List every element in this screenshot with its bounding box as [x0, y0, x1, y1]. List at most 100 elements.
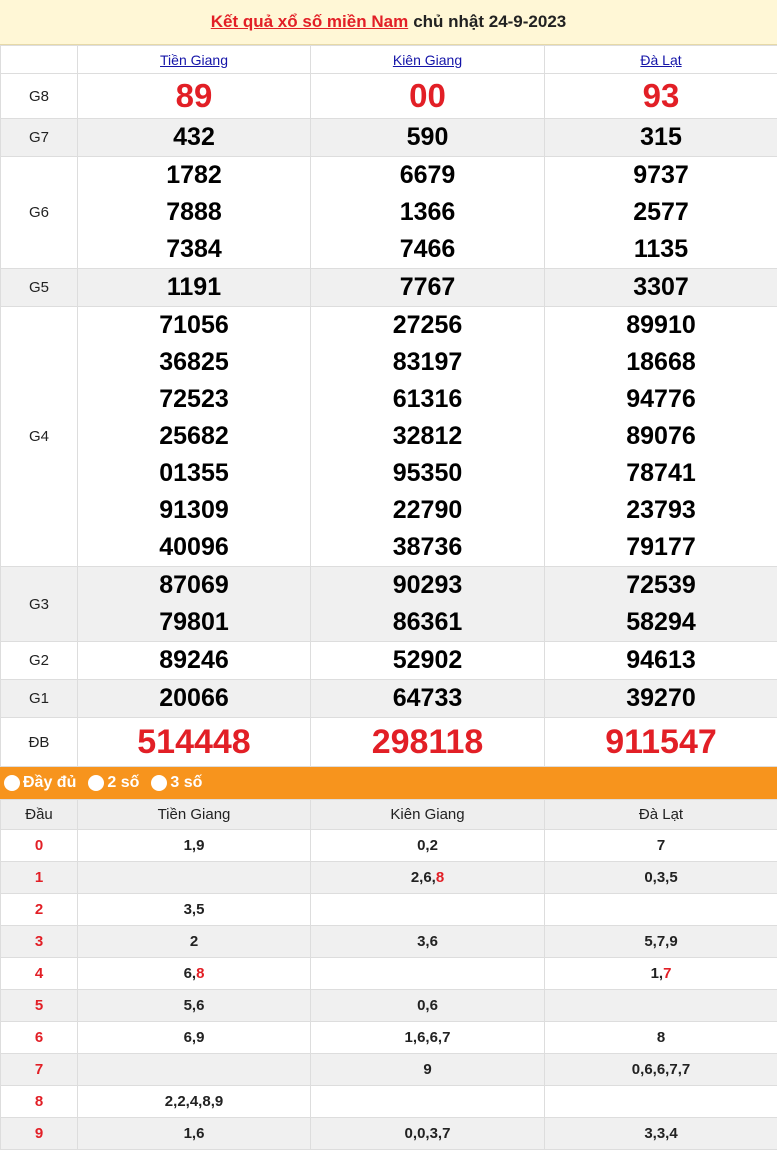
radio-icon[interactable] — [151, 775, 168, 791]
loto-row: 6 6,9 1,6,6,7 8 — [0, 1021, 777, 1054]
prize-cell: 590 — [310, 118, 545, 157]
loto-tail-digit: 1 — [183, 837, 192, 854]
prize-label-header — [0, 45, 78, 74]
radio-icon[interactable] — [88, 775, 105, 791]
prize-cell: 87069 79801 — [77, 566, 311, 642]
province-header: Đà Lạt — [544, 45, 777, 74]
prize-cell: 315 — [544, 118, 777, 157]
loto-tail-digit: 5 — [183, 997, 192, 1014]
loto-row: 8 2,2,4,8,9 — [0, 1085, 777, 1118]
prize-cell: 1782 7888 7384 — [77, 156, 311, 269]
prize-number: 25682 — [159, 422, 229, 450]
prize-cell: 20066 — [77, 679, 311, 718]
prize-label: G6 — [0, 156, 78, 269]
prize-cell: 89246 — [77, 641, 311, 680]
province-header: Tiền Giang — [77, 45, 311, 74]
title-link[interactable]: Kết quả xổ số miền Nam — [211, 12, 408, 32]
prize-cell: 39270 — [544, 679, 777, 718]
prize-cell: 71056 36825 72523 25682 01355 91309 40096 — [77, 306, 311, 567]
province-header-row: Tiền Giang Kiên Giang Đà Lạt — [0, 45, 777, 74]
prize-number: 83197 — [392, 348, 463, 376]
loto-cell: 0,0,3,7 — [310, 1117, 545, 1150]
loto-cell: 0,3,5 — [544, 861, 777, 894]
prize-row: G6 1782 7888 7384 6679 1366 7466 9737 2577 1135 — [0, 156, 777, 269]
prize-number: 61316 — [392, 385, 463, 413]
loto-tail-digit: 6 — [429, 933, 438, 950]
mode-2-digits[interactable]: 2 số — [88, 774, 139, 792]
loto-cell — [77, 1053, 311, 1086]
loto-tail-digit: 3 — [429, 1125, 438, 1142]
loto-row: 2 3,5 — [0, 893, 777, 926]
loto-tail-digit: 2 — [429, 837, 438, 854]
loto-row: 4 6,8 1,7 — [0, 957, 777, 990]
prize-row: G3 87069 79801 90293 86361 72539 58294 — [0, 566, 777, 642]
loto-cell: 3,5 — [77, 893, 311, 926]
loto-head-digit: 6 — [0, 1021, 78, 1054]
prize-number: 52902 — [392, 646, 463, 674]
prize-number: 1191 — [166, 273, 222, 301]
prize-label: G8 — [0, 73, 78, 119]
loto-row: 1 2,6,8 0,3,5 — [0, 861, 777, 894]
province-link[interactable]: Đà Lạt — [640, 52, 681, 68]
loto-tail-digit: 3 — [183, 901, 192, 918]
prize-row: G1 20066 64733 39270 — [0, 679, 777, 718]
radio-icon[interactable] — [4, 775, 20, 791]
loto-tail-digit: 4 — [669, 1125, 678, 1142]
prize-number: 89910 — [626, 311, 696, 339]
loto-tail-digit: 9 — [669, 933, 678, 950]
loto-tail-digit: 7 — [656, 933, 666, 950]
prize-cell: 514448 — [77, 717, 311, 767]
prize-row: G8 89 00 93 — [0, 73, 777, 119]
mode-label: 3 số — [170, 774, 203, 791]
loto-header-province: Kiên Giang — [310, 799, 545, 830]
prize-number: 9737 — [633, 161, 689, 189]
prize-number: 22790 — [392, 496, 463, 524]
loto-cell: 5,7,9 — [544, 925, 777, 958]
province-link[interactable]: Tiền Giang — [160, 52, 228, 68]
loto-tail-digit: 9 — [214, 1093, 224, 1110]
loto-row: 7 9 0,6,6,7,7 — [0, 1053, 777, 1086]
loto-cell — [310, 1085, 545, 1118]
loto-tail-digit: 7 — [656, 837, 666, 854]
loto-tail-digit: 6 — [656, 1061, 666, 1078]
loto-cell: 2,2,4,8,9 — [77, 1085, 311, 1118]
prize-number: 87069 — [159, 571, 229, 599]
prize-number: 911547 — [605, 723, 717, 761]
prize-number: 7888 — [166, 198, 222, 226]
prize-number: 7384 — [166, 235, 222, 263]
prize-number: 2577 — [633, 198, 689, 226]
loto-cell: 0,6,6,7,7 — [544, 1053, 777, 1086]
loto-cell: 0,2 — [310, 829, 545, 862]
loto-row: 0 1,9 0,2 7 — [0, 829, 777, 862]
prize-cell: 1191 — [77, 268, 311, 307]
prize-number: 27256 — [392, 311, 463, 339]
province-link[interactable]: Kiên Giang — [393, 52, 462, 68]
prize-number: 1782 — [166, 161, 222, 189]
prize-row: G7 432 590 315 — [0, 118, 777, 157]
prize-cell: 27256 83197 61316 32812 95350 22790 38736 — [310, 306, 545, 567]
loto-tail-digit: 0 — [644, 869, 653, 886]
province-header: Kiên Giang — [310, 45, 545, 74]
loto-head-digit: 3 — [0, 925, 78, 958]
loto-tail-digit: 2 — [177, 1093, 186, 1110]
loto-cell — [544, 1085, 777, 1118]
loto-cell — [310, 957, 545, 990]
loto-header-dau: Đầu — [0, 799, 78, 830]
prize-label: G3 — [0, 566, 78, 642]
loto-tail-digit: 2 — [410, 869, 420, 886]
prize-label: G7 — [0, 118, 78, 157]
prize-number: 1366 — [399, 198, 456, 226]
loto-tail-digit: 6 — [644, 1061, 653, 1078]
loto-cell: 1,9 — [77, 829, 311, 862]
prize-number: 90293 — [392, 571, 463, 599]
prize-number: 86361 — [392, 608, 463, 636]
loto-tail-digit: 9 — [423, 1061, 432, 1078]
prize-number: 1135 — [633, 235, 689, 263]
prize-number: 18668 — [626, 348, 696, 376]
prize-number: 7767 — [399, 273, 456, 301]
mode-3-digits[interactable]: 3 số — [151, 774, 202, 792]
loto-head-digit: 7 — [0, 1053, 78, 1086]
prize-cell: 90293 86361 — [310, 566, 545, 642]
mode-full[interactable]: Đầy đủ — [4, 774, 76, 792]
prize-label: G1 — [0, 679, 78, 718]
